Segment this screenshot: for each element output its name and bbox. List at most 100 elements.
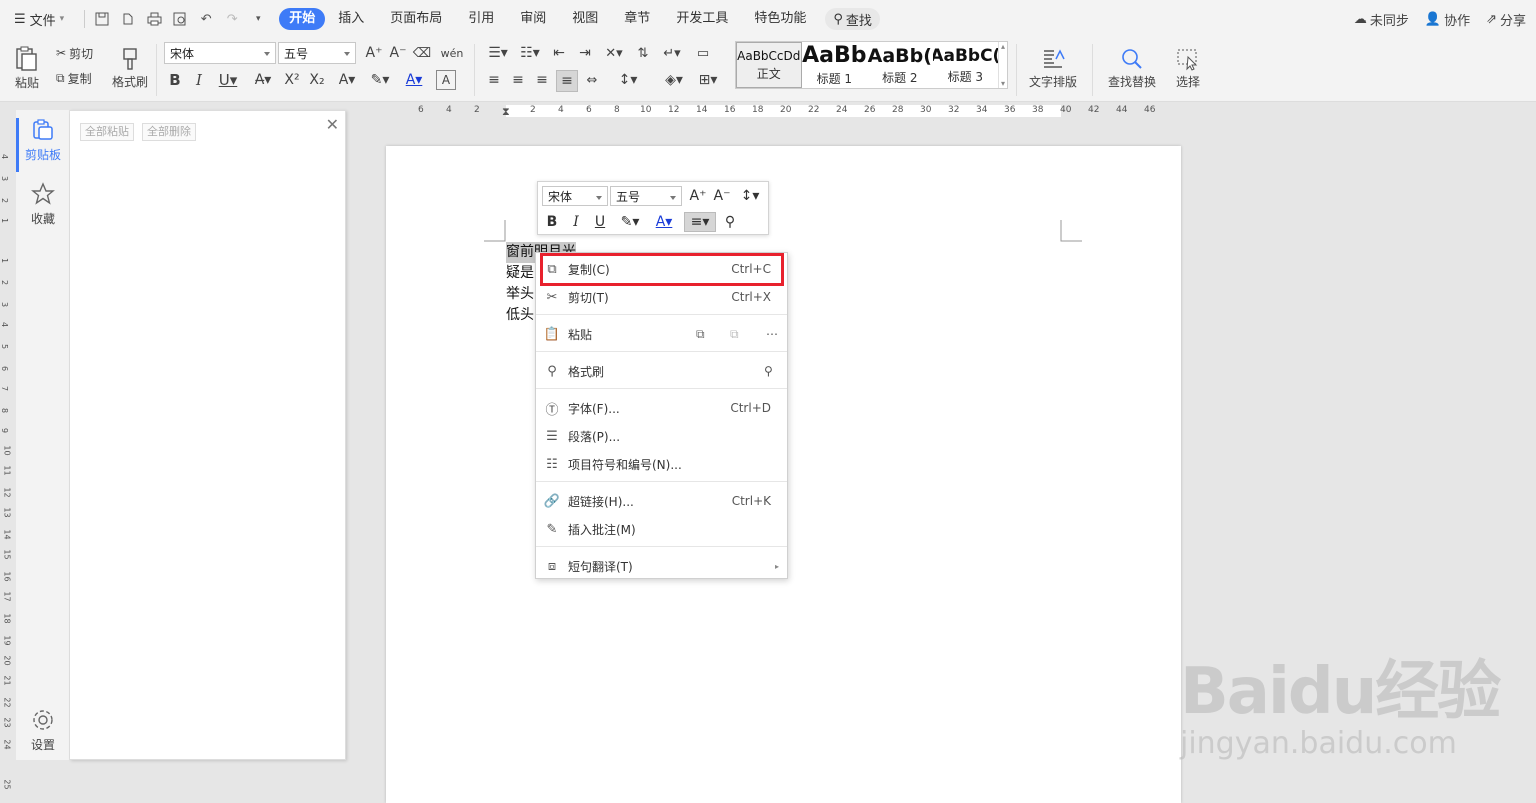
menu-item-format-painter[interactable]: ⚲ 格式刷 ⚲: [536, 358, 787, 384]
font-size-select[interactable]: 五号: [278, 42, 356, 64]
print-preview-icon[interactable]: [169, 8, 191, 30]
cut-button[interactable]: ✂ 剪切: [56, 44, 93, 62]
align-icon[interactable]: ≡▾: [684, 212, 716, 232]
tab-view[interactable]: 视图: [559, 8, 611, 30]
text-layout-button[interactable]: 文字排版: [1022, 42, 1084, 94]
style-normal[interactable]: AaBbCcDd 正文: [736, 42, 802, 88]
output-icon[interactable]: [117, 8, 139, 30]
font-color-icon[interactable]: A▾: [650, 212, 678, 232]
superscript-icon[interactable]: X²: [282, 70, 302, 90]
print-icon[interactable]: [143, 8, 165, 30]
format-painter-icon[interactable]: ⚲: [720, 212, 740, 232]
file-menu[interactable]: ☰ 文件 ▾: [14, 10, 64, 29]
shrink-font-icon[interactable]: A⁻: [712, 186, 732, 206]
indent-marker[interactable]: ⧗: [502, 105, 510, 119]
nav-settings[interactable]: 设置: [16, 708, 70, 753]
bold-icon[interactable]: B: [542, 212, 562, 232]
menu-item-bullets[interactable]: ☷ 项目符号和编号(N)...: [536, 451, 787, 477]
distribute-icon[interactable]: ⇔: [582, 70, 602, 90]
paste-button[interactable]: 粘贴: [10, 42, 44, 94]
numbered-list-icon[interactable]: ☷▾: [516, 42, 544, 64]
paste-text-only-icon[interactable]: ⧉: [730, 327, 739, 342]
sync-status[interactable]: ☁ 未同步: [1354, 10, 1409, 29]
select-button[interactable]: 选择: [1168, 42, 1208, 94]
underline-icon[interactable]: U: [590, 212, 610, 232]
sort-icon[interactable]: ⇅: [632, 42, 654, 64]
highlight-icon[interactable]: ✎▾: [616, 212, 644, 232]
redo-icon[interactable]: ↷: [221, 8, 243, 30]
share-button[interactable]: ⇗ 分享: [1486, 10, 1526, 29]
tab-special[interactable]: 特色功能: [741, 8, 819, 30]
decrease-indent-icon[interactable]: ⇤: [548, 42, 570, 64]
paste-all-button[interactable]: 全部粘贴: [80, 123, 134, 141]
style-heading-1[interactable]: AaBb 标题 1: [802, 42, 868, 88]
highlight-icon[interactable]: ✎▾: [366, 70, 394, 90]
menu-item-paragraph[interactable]: ☰ 段落(P)...: [536, 423, 787, 449]
strikethrough-icon[interactable]: A̶▾: [250, 70, 276, 90]
bold-icon[interactable]: B: [166, 70, 184, 90]
subscript-icon[interactable]: X₂: [307, 70, 327, 90]
line-spacing-icon[interactable]: ↕▾: [736, 186, 764, 206]
italic-icon[interactable]: I: [566, 212, 586, 232]
find-replace-button[interactable]: 查找替换: [1100, 42, 1164, 94]
align-right-icon[interactable]: ≡: [532, 70, 552, 90]
customize-dropdown-icon[interactable]: ▾: [247, 8, 269, 30]
tab-chapter[interactable]: 章节: [611, 8, 663, 30]
style-heading-2[interactable]: AaBb( 标题 2: [867, 42, 933, 88]
line-spacing-icon[interactable]: ↕▾: [614, 70, 642, 90]
show-marks-icon[interactable]: ↵▾: [658, 42, 686, 64]
copy-button[interactable]: ⧉ 复制: [56, 69, 92, 87]
menu-item-comment[interactable]: ✎ 插入批注(M): [536, 516, 787, 542]
chinese-layout-icon[interactable]: ✕▾: [600, 42, 628, 64]
mini-font-name-select[interactable]: 宋体: [542, 186, 608, 206]
grow-font-icon[interactable]: A⁺: [688, 186, 708, 206]
underline-icon[interactable]: U▾: [214, 70, 242, 90]
menu-item-font[interactable]: Ⓣ 字体(F)... Ctrl+D: [536, 395, 787, 421]
more-icon[interactable]: ⋯: [766, 327, 778, 341]
bullet-list-icon[interactable]: ☰▾: [484, 42, 512, 64]
doc-line[interactable]: 低头: [506, 305, 534, 326]
doc-line[interactable]: 疑是: [506, 263, 534, 284]
collab-button[interactable]: 👤 协作: [1425, 10, 1470, 29]
style-gallery-scroll[interactable]: ▴ ▾: [998, 42, 1007, 88]
font-color-icon[interactable]: A▾: [400, 70, 428, 90]
tab-page-layout[interactable]: 页面布局: [377, 8, 455, 30]
align-center-icon[interactable]: ≡: [508, 70, 528, 90]
nav-clipboard[interactable]: 剪贴板: [16, 118, 70, 172]
tab-review[interactable]: 审阅: [507, 8, 559, 30]
doc-line[interactable]: 举头: [506, 284, 534, 305]
table-tools-icon[interactable]: ▭: [692, 42, 714, 64]
text-effect-icon[interactable]: A▾: [334, 70, 360, 90]
vertical-ruler[interactable]: 4 3 2 1 1 2 3 4 5 6 7 8 9 10 11 12 13 14…: [0, 110, 16, 803]
paste-keep-format-icon[interactable]: ⧉: [696, 327, 705, 342]
borders-icon[interactable]: ⊞▾: [694, 70, 722, 90]
save-icon[interactable]: [91, 8, 113, 30]
horizontal-ruler[interactable]: 6 4 2 ⧗ 2 4 6 8 10 12 14 16 18 20 22 24 …: [386, 102, 1181, 120]
shrink-font-icon[interactable]: A⁻: [388, 42, 408, 64]
align-left-icon[interactable]: ≡: [484, 70, 504, 90]
search-tab[interactable]: ⚲ 查找: [825, 8, 880, 30]
tab-developer[interactable]: 开发工具: [663, 8, 741, 30]
char-border-icon[interactable]: A: [436, 70, 456, 90]
format-painter-multi-icon[interactable]: ⚲: [764, 364, 773, 378]
mini-font-size-select[interactable]: 五号: [610, 186, 682, 206]
menu-item-cut[interactable]: ✂ 剪切(T) Ctrl+X: [536, 284, 787, 310]
font-name-select[interactable]: 宋体: [164, 42, 276, 64]
italic-icon[interactable]: I: [190, 70, 208, 90]
close-icon[interactable]: ✕: [326, 115, 339, 134]
style-heading-3[interactable]: AaBbC( 标题 3: [933, 42, 999, 88]
tab-home[interactable]: 开始: [279, 8, 326, 30]
shading-icon[interactable]: ◈▾: [660, 70, 688, 90]
tab-references[interactable]: 引用: [455, 8, 507, 30]
delete-all-button[interactable]: 全部删除: [142, 123, 196, 141]
menu-item-translate[interactable]: ⧈ 短句翻译(T) ▸: [536, 553, 787, 579]
grow-font-icon[interactable]: A⁺: [364, 42, 384, 64]
increase-indent-icon[interactable]: ⇥: [574, 42, 596, 64]
tab-insert[interactable]: 插入: [325, 8, 377, 30]
undo-icon[interactable]: ↶: [195, 8, 217, 30]
nav-favorites[interactable]: 收藏: [16, 182, 70, 227]
menu-item-hyperlink[interactable]: 🔗 超链接(H)... Ctrl+K: [536, 488, 787, 514]
clear-format-icon[interactable]: ⌫: [412, 42, 432, 64]
phonetic-icon[interactable]: wén: [438, 42, 466, 64]
justify-icon[interactable]: ≡: [556, 70, 578, 92]
